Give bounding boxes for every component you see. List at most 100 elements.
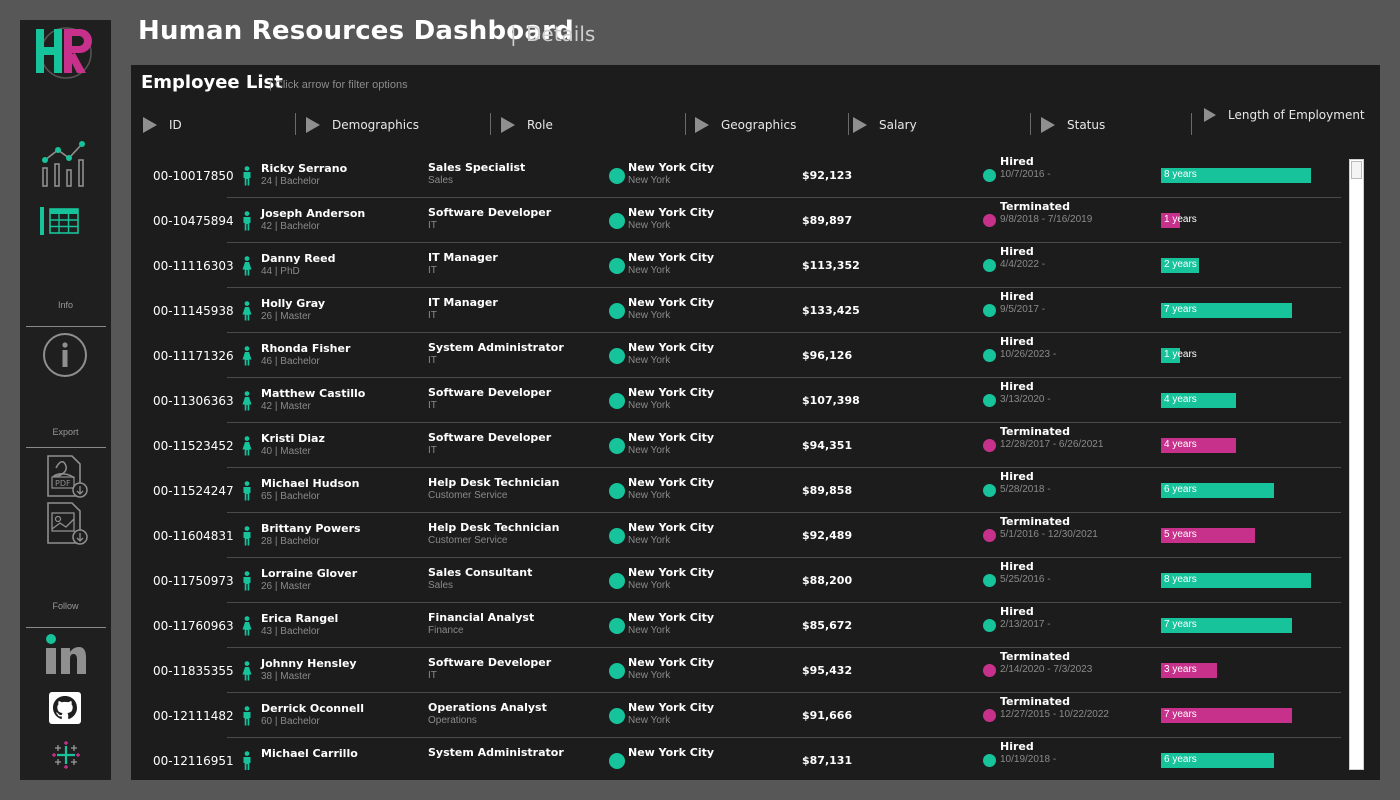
employee-department: IT xyxy=(428,265,437,276)
column-header-salary[interactable]: Salary xyxy=(853,115,917,135)
status-dot xyxy=(983,349,996,362)
employment-dates: 12/28/2017 - 6/26/2021 xyxy=(1000,439,1104,450)
filter-arrow-icon[interactable] xyxy=(306,117,320,133)
employee-id: 00-11835355 xyxy=(153,664,234,678)
employment-dates: 5/1/2016 - 12/30/2021 xyxy=(1000,529,1098,540)
tableau-icon[interactable] xyxy=(51,740,81,770)
title-separator: | xyxy=(510,22,517,46)
employee-status: Terminated xyxy=(1000,650,1071,663)
employee-salary: $133,425 xyxy=(802,304,860,317)
employee-city: New York City xyxy=(628,251,715,264)
employment-dates: 4/4/2022 - xyxy=(1000,259,1046,270)
column-header-id[interactable]: ID xyxy=(143,115,182,135)
table-row[interactable]: 00-11116303 Danny Reed 44 | PhD IT Manager I… xyxy=(131,243,1341,288)
employee-id: 00-11145938 xyxy=(153,304,234,318)
employment-dates: 10/19/2018 - xyxy=(1000,754,1057,765)
sidebar: Info Export PDF Follow xyxy=(20,20,111,780)
table-row[interactable]: 00-12116951 Michael Carrillo System Admini… xyxy=(131,738,1341,770)
export-section-label: Export xyxy=(52,427,79,437)
employee-role: IT Manager xyxy=(428,296,498,309)
column-divider xyxy=(1030,113,1031,135)
table-row[interactable]: 00-10475894 Joseph Anderson 42 | Bachelor S… xyxy=(131,198,1341,243)
table-row[interactable]: 00-10017850 Ricky Serrano 24 | Bachelor Sal… xyxy=(131,153,1341,198)
filter-arrow-icon[interactable] xyxy=(1041,117,1055,133)
employee-demographics: 26 | Master xyxy=(261,311,311,322)
employee-role: Operations Analyst xyxy=(428,701,547,714)
employee-department: IT xyxy=(428,220,437,231)
image-export-icon[interactable] xyxy=(46,501,90,547)
follow-section-label: Follow xyxy=(52,601,79,611)
table-row[interactable]: 00-11760963 Erica Rangel 43 | Bachelor Fina… xyxy=(131,603,1341,648)
column-header-label: Length of Employment xyxy=(1228,108,1365,122)
employee-demographics: 46 | Bachelor xyxy=(261,356,320,367)
table-row[interactable]: 00-11604831 Brittany Powers 28 | Bachelor H… xyxy=(131,513,1341,558)
filter-arrow-icon[interactable] xyxy=(853,117,867,133)
employee-department: Sales xyxy=(428,175,454,186)
employee-salary: $85,672 xyxy=(802,619,853,632)
employee-state: New York xyxy=(628,445,671,456)
employee-id: 00-10017850 xyxy=(153,169,234,183)
male-person-icon xyxy=(241,526,253,546)
employment-dates: 10/7/2016 - xyxy=(1000,169,1051,180)
table-row[interactable]: 00-11835355 Johnny Hensley 38 | Master Soft… xyxy=(131,648,1341,693)
employee-id: 00-12111482 xyxy=(153,709,234,723)
employment-length-label: 4 years xyxy=(1164,439,1197,450)
list-title: Employee List xyxy=(141,72,283,93)
divider xyxy=(26,627,106,628)
employee-status: Terminated xyxy=(1000,425,1071,438)
filter-arrow-icon[interactable] xyxy=(1204,108,1216,122)
employee-city: New York City xyxy=(628,386,715,399)
employee-salary: $95,432 xyxy=(802,664,853,677)
employment-length-label: 5 years xyxy=(1164,529,1197,540)
employment-length-label: 8 years xyxy=(1164,574,1197,585)
column-header-geographics[interactable]: Geographics xyxy=(695,115,796,135)
pdf-export-icon[interactable]: PDF xyxy=(46,454,90,500)
column-header-role[interactable]: Role xyxy=(501,115,553,135)
table-icon[interactable] xyxy=(40,206,82,236)
vertical-scrollbar[interactable] xyxy=(1349,159,1364,770)
employee-status: Terminated xyxy=(1000,200,1071,213)
employee-city: New York City xyxy=(628,206,715,219)
table-row[interactable]: 00-11524247 Michael Hudson 65 | Bachelor He… xyxy=(131,468,1341,513)
table-row[interactable]: 00-12111482 Derrick Oconnell 60 | Bachelor… xyxy=(131,693,1341,738)
filter-arrow-icon[interactable] xyxy=(695,117,709,133)
employee-city: New York City xyxy=(628,431,715,444)
employee-status: Hired xyxy=(1000,560,1034,573)
female-person-icon xyxy=(241,616,253,636)
column-header-demographics[interactable]: Demographics xyxy=(306,115,419,135)
info-icon[interactable] xyxy=(42,332,88,378)
female-person-icon xyxy=(241,256,253,276)
employee-department: IT xyxy=(428,355,437,366)
employee-role: IT Manager xyxy=(428,251,498,264)
table-row[interactable]: 00-11306363 Matthew Castillo 42 | Master So… xyxy=(131,378,1341,423)
table-row[interactable]: 00-11171326 Rhonda Fisher 46 | Bachelor Sys… xyxy=(131,333,1341,378)
table-row[interactable]: 00-11750973 Lorraine Glover 26 | Master Sal… xyxy=(131,558,1341,603)
employee-name: Matthew Castillo xyxy=(261,387,366,400)
employee-role: Sales Specialist xyxy=(428,161,526,174)
location-dot xyxy=(609,528,625,544)
table-row[interactable]: 00-11145938 Holly Gray 26 | Master IT Manag… xyxy=(131,288,1341,333)
employee-name: Lorraine Glover xyxy=(261,567,358,580)
employee-role: System Administrator xyxy=(428,341,564,354)
scrollbar-thumb[interactable] xyxy=(1351,161,1362,179)
male-person-icon xyxy=(241,481,253,501)
employee-city: New York City xyxy=(628,161,715,174)
column-header-length-of-employment[interactable]: Length of Employment xyxy=(1204,105,1365,125)
column-header-status[interactable]: Status xyxy=(1041,115,1105,135)
linkedin-icon[interactable] xyxy=(45,633,87,675)
employee-state: New York xyxy=(628,625,671,636)
github-icon[interactable] xyxy=(49,692,81,724)
employee-demographics: 40 | Master xyxy=(261,446,311,457)
status-dot xyxy=(983,574,996,587)
employee-department: Customer Service xyxy=(428,490,508,501)
filter-arrow-icon[interactable] xyxy=(143,117,157,133)
line-chart-icon[interactable] xyxy=(40,138,90,190)
employee-demographics: 26 | Master xyxy=(261,581,311,592)
filter-arrow-icon[interactable] xyxy=(501,117,515,133)
employee-table: 00-10017850 Ricky Serrano 24 | Bachelor Sal… xyxy=(131,153,1341,770)
employee-city: New York City xyxy=(628,611,715,624)
location-dot xyxy=(609,708,625,724)
table-row[interactable]: 00-11523452 Kristi Diaz 40 | Master Softwar… xyxy=(131,423,1341,468)
employee-name: Erica Rangel xyxy=(261,612,339,625)
employment-length-label: 2 years xyxy=(1164,259,1197,270)
